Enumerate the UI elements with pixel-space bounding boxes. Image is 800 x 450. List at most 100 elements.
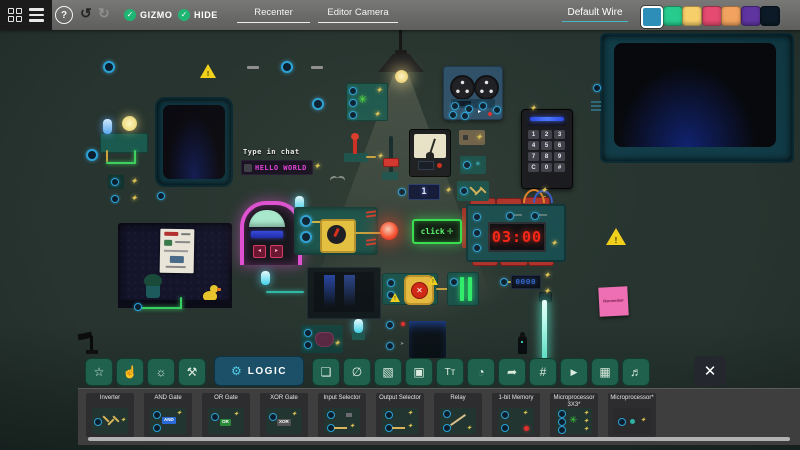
wire-color-swatch[interactable] [663, 6, 683, 26]
plant-pot[interactable] [146, 286, 160, 298]
node[interactable] [463, 161, 471, 169]
palette-item-inverter[interactable]: Inverter ✦ [86, 393, 134, 437]
dial-housing[interactable] [320, 219, 356, 253]
node[interactable] [103, 61, 115, 73]
click-sign[interactable]: click ✛ [412, 219, 462, 244]
undo-button[interactable]: ↺ [80, 5, 92, 22]
component-tile[interactable] [457, 181, 489, 201]
keypad-key[interactable]: 4 [528, 141, 539, 150]
wire-color-swatch-selected[interactable] [641, 6, 663, 28]
cyan-led[interactable] [354, 319, 363, 333]
wire-color-swatch[interactable] [702, 6, 722, 26]
connector-icon[interactable]: ✦ [475, 133, 483, 142]
keypad-key[interactable]: 5 [541, 141, 552, 150]
palette-item-microprocessor[interactable]: Microprocessor* ✦ [608, 393, 656, 437]
node[interactable] [304, 341, 312, 349]
gate-cluster-board[interactable]: ✳ ✦ ✦ [346, 83, 388, 121]
keypad-key[interactable]: 9 [554, 152, 565, 161]
node[interactable] [465, 105, 473, 113]
hide-toggle[interactable]: ✓ HIDE [178, 9, 218, 21]
x-button-board[interactable]: ! ! ✕ [382, 273, 438, 305]
x-button[interactable]: ✕ [411, 282, 428, 299]
node[interactable] [450, 278, 458, 286]
node[interactable] [300, 231, 312, 243]
keypad-key[interactable]: 7 [528, 152, 539, 161]
component-board[interactable]: ✦ [301, 325, 343, 353]
tab-timers[interactable]: ◔ [467, 358, 495, 386]
jukebox[interactable]: ◂ ▸ [240, 201, 302, 265]
slider-track[interactable] [389, 136, 393, 174]
connector-icon[interactable]: ✦ [130, 194, 138, 203]
node[interactable] [449, 111, 457, 119]
poster[interactable] [159, 228, 195, 274]
palette-item-or-gate[interactable]: OR Gate OR ✦ [202, 393, 250, 437]
tab-video[interactable]: ▶ [560, 358, 588, 386]
jukebox-prev-button[interactable]: ◂ [253, 245, 266, 258]
node[interactable] [473, 213, 481, 221]
tab-screens[interactable]: ▣ [405, 358, 433, 386]
red-lever[interactable] [353, 138, 357, 154]
wire-color-swatch[interactable] [760, 6, 780, 26]
node[interactable] [387, 279, 395, 287]
bomb-timer[interactable]: 03:00 ✦ [466, 204, 566, 262]
monitor-menu-icon[interactable] [591, 101, 601, 103]
node[interactable] [134, 303, 142, 311]
node[interactable] [593, 84, 601, 92]
node[interactable] [111, 178, 119, 186]
node[interactable] [506, 212, 514, 220]
connector-icon[interactable]: ✦ [540, 186, 548, 195]
palette-item-output-selector[interactable]: Output Selector ✦ ✦ [376, 393, 424, 437]
node[interactable] [398, 188, 406, 196]
tab-images[interactable]: ▧ [374, 358, 402, 386]
recenter-button[interactable]: Recenter [237, 7, 310, 23]
component-tile[interactable]: ✦ [459, 130, 485, 145]
figurine[interactable] [518, 332, 527, 354]
redo-button[interactable]: ↻ [98, 5, 110, 22]
jukebox-next-button[interactable]: ▸ [270, 245, 283, 258]
tab-export[interactable]: ➦ [498, 358, 526, 386]
keypad-key[interactable]: 2 [541, 130, 552, 139]
node[interactable] [86, 149, 98, 161]
help-button[interactable]: ? [55, 6, 73, 24]
node[interactable] [531, 212, 539, 220]
tab-text[interactable]: Tт [436, 358, 464, 386]
node[interactable] [461, 112, 469, 120]
dark-cabinet[interactable] [409, 321, 446, 358]
palette-item-input-selector[interactable]: Input Selector ✦ [318, 393, 366, 437]
keypad-key[interactable]: 0 [541, 163, 552, 172]
tab-framing[interactable]: ❏ [312, 358, 340, 386]
connector-icon[interactable]: ✦ [543, 287, 551, 296]
cyan-led[interactable] [261, 271, 270, 285]
node[interactable] [493, 106, 501, 114]
palette-item-xor-gate[interactable]: XOR Gate XOR ✦ [260, 393, 308, 437]
wire-color-swatch[interactable] [721, 6, 741, 26]
tab-hidden[interactable]: ∅ [343, 358, 371, 386]
tab-interact[interactable]: ☝ [116, 358, 144, 386]
slider-handle[interactable] [383, 158, 399, 167]
connector-icon[interactable]: ✦ [130, 177, 138, 186]
connector-icon[interactable]: ✦ [550, 239, 558, 248]
keypad-key[interactable]: # [554, 163, 565, 172]
level-meter[interactable] [447, 272, 479, 306]
connector-icon[interactable]: ✦ [529, 104, 537, 113]
connector-icon[interactable]: ✦ [375, 86, 383, 95]
small-monitor[interactable] [155, 97, 233, 187]
node[interactable] [386, 342, 394, 350]
list-menu-icon[interactable] [29, 8, 44, 22]
gizmo-toggle[interactable]: ✓ GIZMO [124, 9, 173, 21]
keypad-key[interactable]: 3 [554, 130, 565, 139]
emergency-button-housing[interactable]: ✕ [404, 275, 434, 305]
tab-tools[interactable]: ⚒ [178, 358, 206, 386]
node[interactable] [479, 102, 487, 110]
light-bulb[interactable] [122, 116, 137, 131]
tab-numbers[interactable]: # [529, 358, 557, 386]
red-indicator-bulb[interactable] [380, 222, 398, 240]
tab-audio[interactable]: ♬ [622, 358, 650, 386]
connector-icon[interactable]: ✦ [444, 186, 452, 195]
node[interactable] [111, 195, 119, 203]
connector-icon[interactable]: ✦ [376, 152, 384, 161]
sticky-note[interactable]: Remember [598, 286, 629, 317]
tab-displays[interactable]: ▦ [591, 358, 619, 386]
blue-led[interactable] [103, 119, 112, 134]
editor-camera-button[interactable]: Editor Camera [318, 7, 398, 23]
